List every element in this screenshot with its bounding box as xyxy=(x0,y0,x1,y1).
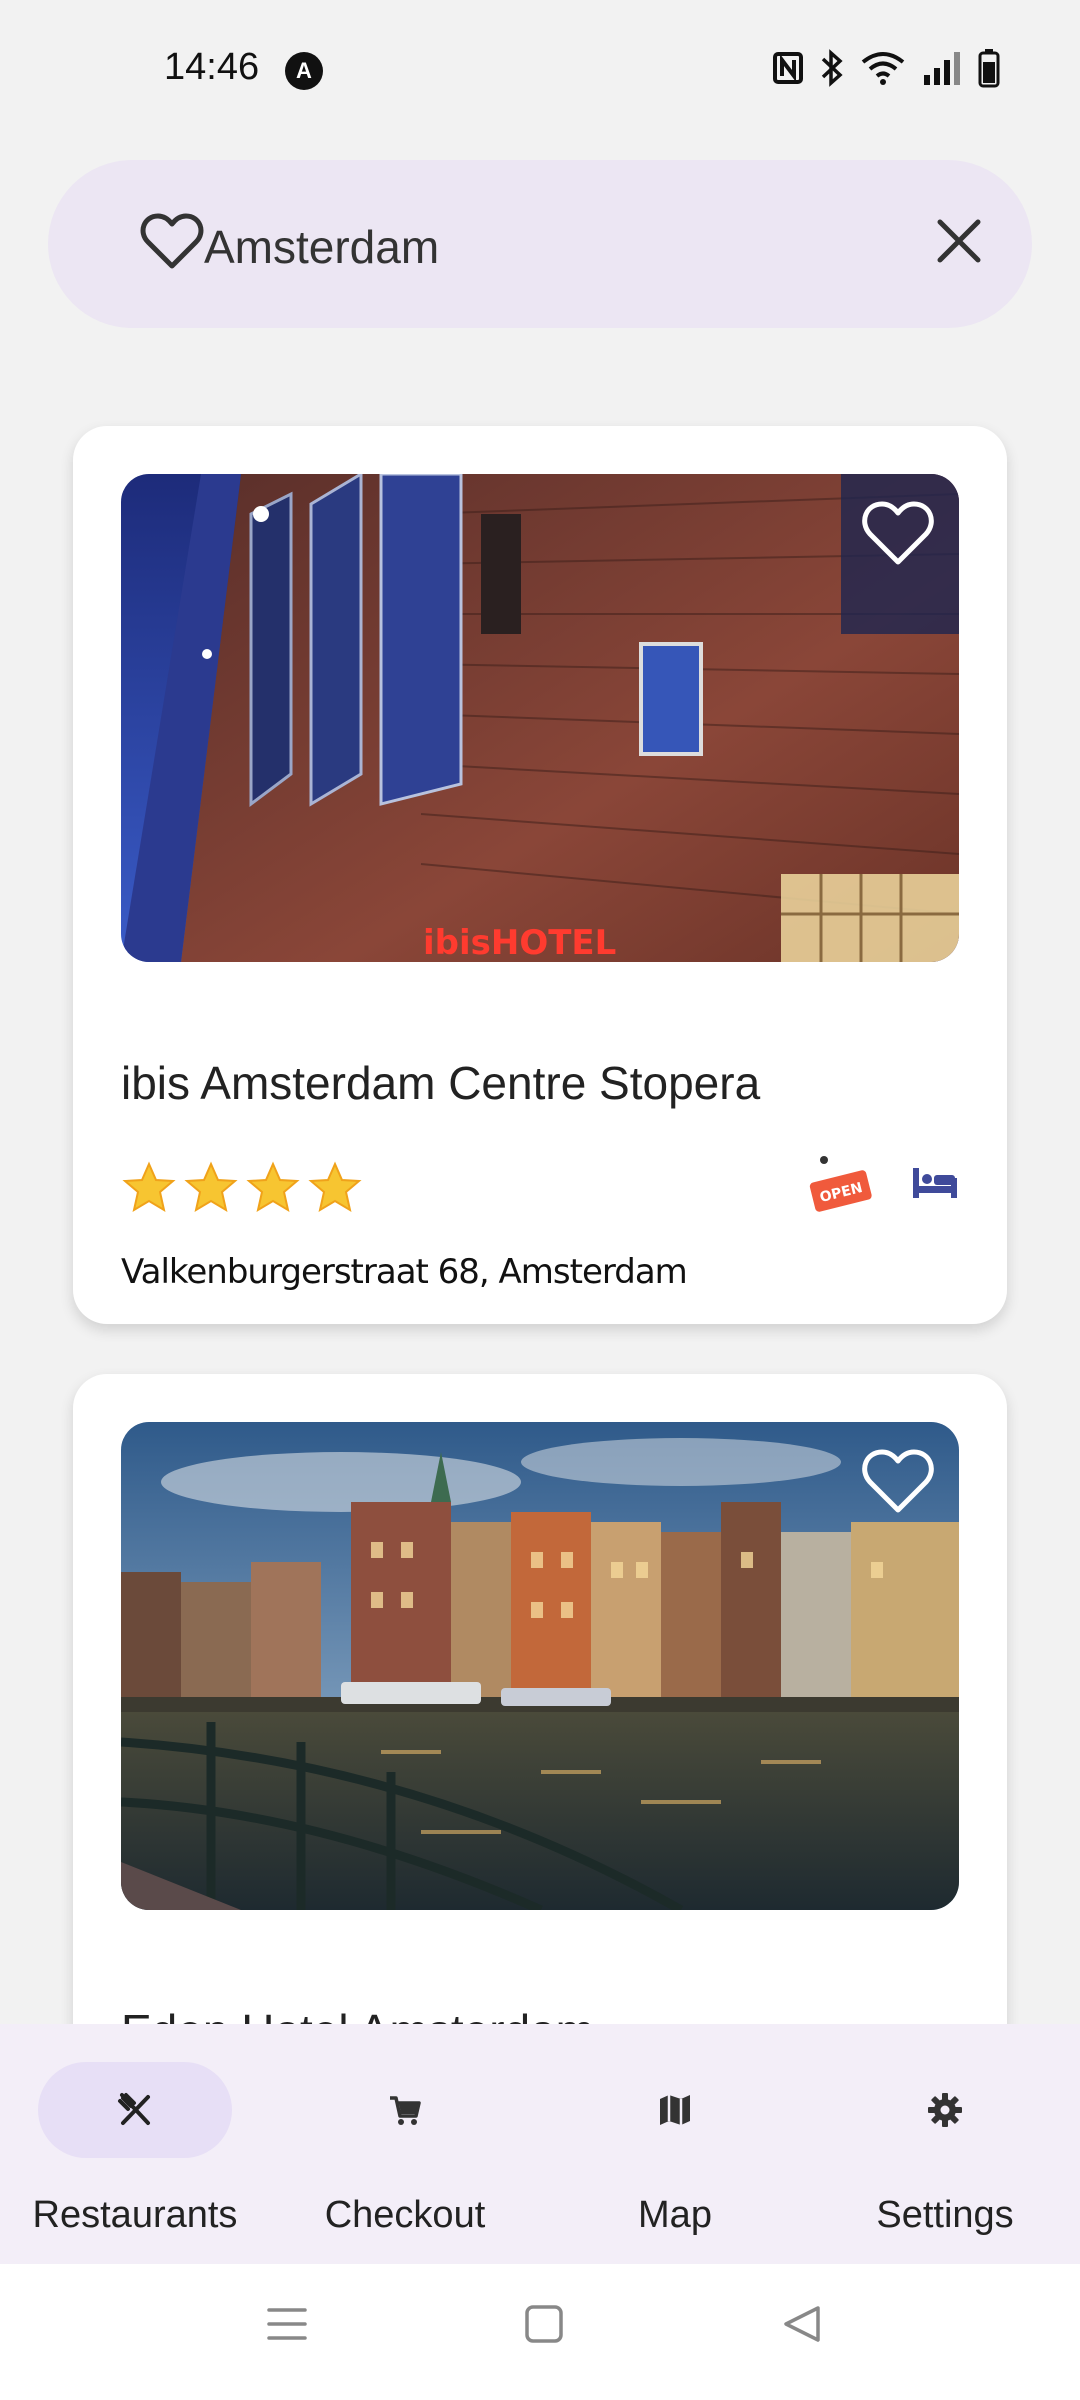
nav-item-restaurants[interactable]: Restaurants xyxy=(0,2024,270,2264)
close-icon[interactable] xyxy=(936,218,982,264)
back-icon[interactable] xyxy=(782,2304,822,2344)
cart-icon xyxy=(390,2096,421,2125)
menu-icon[interactable] xyxy=(266,2304,308,2344)
hotel-card[interactable]: ibisHOTEL ibis Amsterdam Centre Stopera xyxy=(73,426,1007,1324)
hotel-photo: ibisHOTEL xyxy=(121,474,959,962)
gear-icon xyxy=(928,2093,962,2127)
rating-stars xyxy=(121,1160,363,1216)
wifi-icon xyxy=(861,52,905,85)
map-icon xyxy=(660,2095,690,2125)
hotel-sign-text: ibisHOTEL xyxy=(423,923,616,962)
signal-icon xyxy=(924,52,960,85)
star-icon xyxy=(122,1161,176,1213)
bluetooth-icon xyxy=(821,49,843,87)
app-notification-icon: A xyxy=(285,52,323,90)
hotel-list[interactable]: ibisHOTEL ibis Amsterdam Centre Stopera xyxy=(0,400,1080,2024)
open-sign-icon: OPEN xyxy=(809,1156,872,1212)
nav-label: Settings xyxy=(876,2194,1014,2236)
home-icon[interactable] xyxy=(524,2304,564,2344)
nfc-icon xyxy=(773,52,803,84)
utensils-icon xyxy=(118,2093,150,2125)
favorite-heart-icon[interactable] xyxy=(861,1448,935,1516)
hotel-photo xyxy=(121,1422,959,1910)
battery-icon xyxy=(978,49,1000,88)
favorite-heart-icon[interactable] xyxy=(861,500,935,568)
hotel-address: Valkenburgerstraat 68, Amsterdam xyxy=(121,1252,688,1292)
status-bar: 14:46 A xyxy=(0,0,1080,140)
status-time: 14:46 xyxy=(164,46,260,88)
heart-outline-icon[interactable] xyxy=(140,212,204,272)
bed-icon xyxy=(913,1168,957,1198)
nav-item-settings[interactable]: Settings xyxy=(810,2024,1080,2264)
nav-label: Map xyxy=(638,2194,712,2236)
star-icon xyxy=(246,1161,300,1213)
status-icons xyxy=(772,46,1000,90)
bottom-navigation: Restaurants Checkout Map Settings xyxy=(0,2024,1080,2264)
search-input[interactable]: Amsterdam xyxy=(204,220,439,274)
system-navigation-bar xyxy=(0,2264,1080,2400)
search-bar[interactable]: Amsterdam xyxy=(48,160,1032,328)
star-icon xyxy=(308,1161,362,1213)
star-icon xyxy=(184,1161,238,1213)
hotel-card[interactable]: Eden Hotel Amsterdam xyxy=(73,1374,1007,2024)
nav-label: Checkout xyxy=(324,2194,486,2236)
nav-label: Restaurants xyxy=(32,2194,238,2236)
hotel-name[interactable]: ibis Amsterdam Centre Stopera xyxy=(121,1056,760,1110)
nav-item-checkout[interactable]: Checkout xyxy=(270,2024,540,2264)
nav-item-map[interactable]: Map xyxy=(540,2024,810,2264)
hotel-name[interactable]: Eden Hotel Amsterdam xyxy=(121,2004,594,2024)
